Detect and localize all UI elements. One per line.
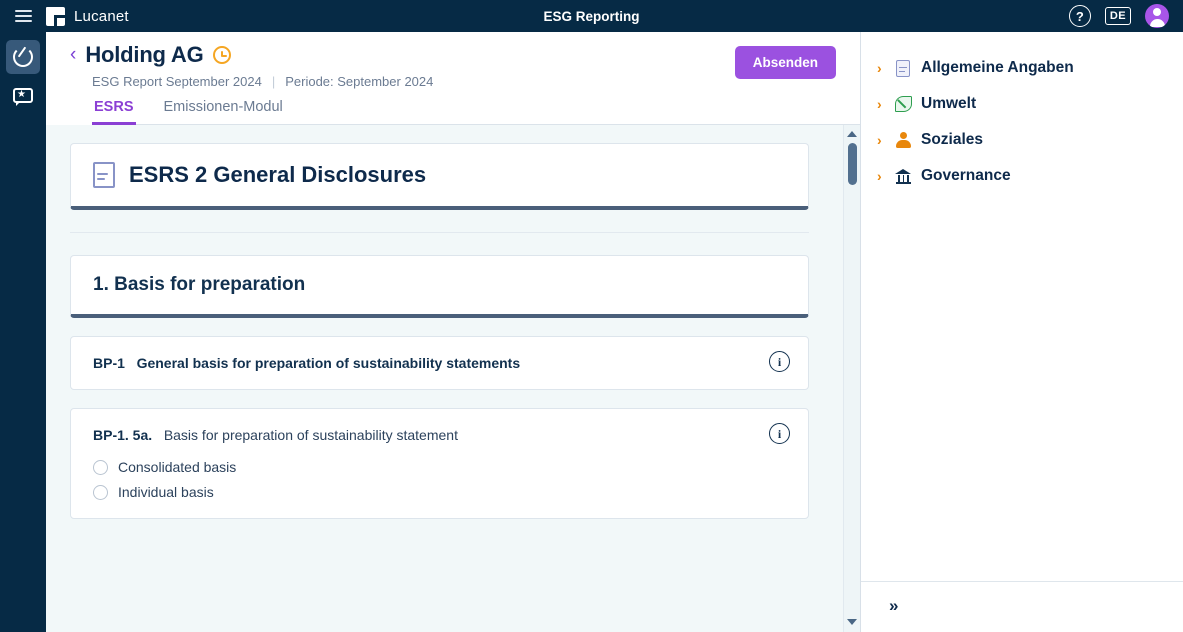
content: ESRS 2 General Disclosures 1. Basis for … xyxy=(46,125,843,632)
chevron-right-icon[interactable]: › xyxy=(877,61,886,75)
tab-esrs[interactable]: ESRS xyxy=(92,99,136,125)
rail-item-badge[interactable]: ★ xyxy=(6,80,40,114)
language-badge[interactable]: DE xyxy=(1104,7,1131,25)
chevron-right-icon[interactable]: › xyxy=(877,169,886,183)
standard-card: ESRS 2 General Disclosures xyxy=(70,143,809,210)
document-icon xyxy=(895,59,912,77)
radio-circle-icon[interactable] xyxy=(93,459,108,475)
radio-option-consolidated[interactable]: Consolidated basis xyxy=(93,459,786,475)
question-line: BP-1 General basis for preparation of su… xyxy=(93,355,786,371)
nav-item-allgemeine-angaben[interactable]: › Allgemeine Angaben xyxy=(861,50,1183,86)
avatar[interactable] xyxy=(1145,4,1169,28)
bank-icon xyxy=(895,168,912,185)
scroll-down-arrow-icon[interactable] xyxy=(847,619,857,625)
period-label: Periode: September 2024 xyxy=(285,74,434,89)
question-card-bp1-5a: i BP-1. 5a. Basis for preparation of sus… xyxy=(70,408,809,519)
page-header: ‹ Holding AG ESG Report September 2024 |… xyxy=(46,32,860,125)
tab-emissionen-modul[interactable]: Emissionen-Modul xyxy=(162,99,285,125)
nav-label: Allgemeine Angaben xyxy=(921,59,1074,76)
leaf-icon xyxy=(895,96,912,112)
nav-item-soziales[interactable]: › Soziales xyxy=(861,122,1183,158)
lucanet-logo-icon xyxy=(46,6,65,26)
info-icon[interactable]: i xyxy=(769,423,790,444)
clock-icon xyxy=(212,46,231,64)
document-icon xyxy=(93,162,115,188)
section-card-title: 1. Basis for preparation xyxy=(93,274,306,295)
scrollbar-thumb[interactable] xyxy=(847,143,857,185)
info-icon[interactable]: i xyxy=(769,351,790,372)
menu-icon[interactable] xyxy=(0,0,46,32)
topbar-actions: ? DE xyxy=(1068,4,1183,28)
rail-item-esg[interactable] xyxy=(6,40,40,74)
question-code: BP-1. 5a. xyxy=(93,427,153,443)
content-scroll-area: ESRS 2 General Disclosures 1. Basis for … xyxy=(46,125,860,632)
help-icon[interactable]: ? xyxy=(1068,5,1091,27)
section-card: 1. Basis for preparation xyxy=(70,255,809,318)
body-row: ★ ‹ Holding AG ESG Report September 2024… xyxy=(0,32,1183,632)
report-label: ESG Report September 2024 xyxy=(92,74,262,89)
scroll-up-arrow-icon[interactable] xyxy=(847,131,857,137)
question-card-bp1: i BP-1 General basis for preparation of … xyxy=(70,336,809,390)
app-root: Lucanet ESG Reporting ? DE ★ ‹ Holding A… xyxy=(0,0,1183,632)
tab-bar: ESRS Emissionen-Modul xyxy=(92,99,860,125)
nav-label: Governance xyxy=(921,167,1011,184)
radio-option-individual[interactable]: Individual basis xyxy=(93,484,786,500)
main-column: ‹ Holding AG ESG Report September 2024 |… xyxy=(46,32,861,632)
nav-item-umwelt[interactable]: › Umwelt xyxy=(861,86,1183,122)
standard-card-title: ESRS 2 General Disclosures xyxy=(129,162,427,187)
nav-label: Umwelt xyxy=(921,95,977,112)
right-navigation-panel: › Allgemeine Angaben › Umwelt › Soziales xyxy=(861,32,1183,632)
nav-item-governance[interactable]: › Governance xyxy=(861,158,1183,194)
question-line: BP-1. 5a. Basis for preparation of susta… xyxy=(93,427,786,443)
app-title: ESG Reporting xyxy=(543,8,640,24)
panel-footer: » xyxy=(861,581,1183,632)
question-text: Basis for preparation of sustainability … xyxy=(163,427,458,443)
top-bar: Lucanet ESG Reporting ? DE xyxy=(0,0,1183,32)
badge-star-icon: ★ xyxy=(13,88,33,106)
page-title: Holding AG xyxy=(85,42,204,67)
radio-label: Consolidated basis xyxy=(118,459,237,475)
collapse-panel-icon[interactable]: » xyxy=(889,596,899,632)
eco-leaf-icon xyxy=(13,46,33,67)
radio-label: Individual basis xyxy=(118,484,214,500)
question-text: General basis for preparation of sustain… xyxy=(136,355,521,371)
radio-circle-icon[interactable] xyxy=(93,484,108,500)
subtitle-separator: | xyxy=(271,74,276,89)
section-divider xyxy=(70,232,809,233)
left-rail: ★ xyxy=(0,32,46,632)
person-icon xyxy=(895,131,912,149)
back-icon[interactable]: ‹ xyxy=(70,45,76,64)
submit-button[interactable]: Absenden xyxy=(734,46,836,79)
vertical-scrollbar[interactable] xyxy=(843,125,860,632)
chevron-right-icon[interactable]: › xyxy=(877,133,886,147)
question-code: BP-1 xyxy=(93,355,125,371)
brand: Lucanet xyxy=(46,6,129,26)
standard-card-head: ESRS 2 General Disclosures xyxy=(93,162,786,188)
brand-name: Lucanet xyxy=(74,7,129,25)
chevron-right-icon[interactable]: › xyxy=(877,97,886,111)
nav-label: Soziales xyxy=(921,131,984,148)
radio-group: Consolidated basis Individual basis xyxy=(93,459,786,500)
